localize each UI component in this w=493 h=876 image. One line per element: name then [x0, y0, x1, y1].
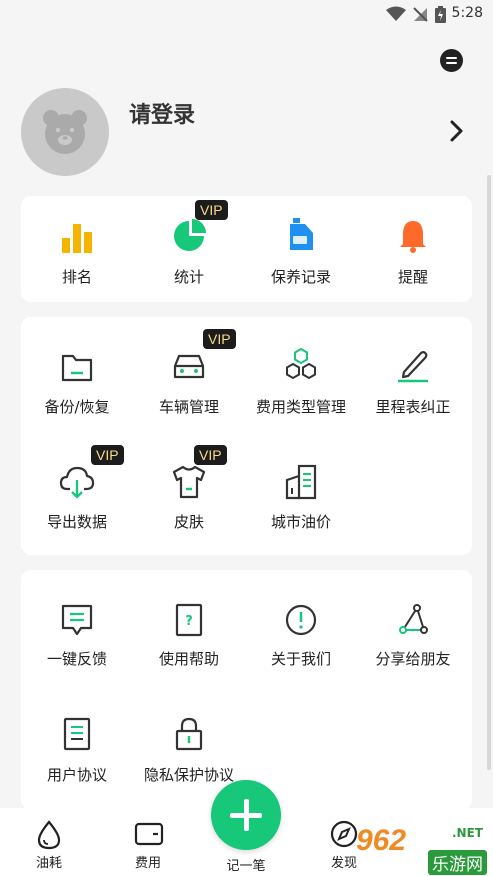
item-label: 隐私保护协议	[143, 766, 234, 784]
vip-badge: VIP	[203, 329, 236, 349]
watermark-brand: 962	[356, 824, 407, 857]
message-icon[interactable]	[440, 49, 463, 72]
svg-text:?: ?	[185, 614, 193, 629]
expense-type-management-item[interactable]: 费用类型管理	[245, 317, 357, 432]
item-label: 导出数据	[46, 513, 107, 531]
watermark-logo: 962 .NET 乐游网	[356, 822, 491, 875]
item-label: 用户协议	[46, 766, 107, 784]
item-label: 分享给朋友	[375, 650, 451, 668]
item-label: 使用帮助	[158, 650, 219, 668]
item-label: 提醒	[397, 268, 428, 286]
info-icon	[285, 604, 317, 636]
item-label: 车辆管理	[158, 398, 219, 416]
chevron-right-icon[interactable]	[449, 120, 465, 142]
item-label: 皮肤	[173, 513, 204, 531]
watermark-sub: 乐游网	[428, 850, 487, 875]
backup-restore-item[interactable]: 备份/恢复	[21, 317, 133, 432]
bear-avatar-icon	[43, 110, 87, 154]
quick-card: 排名 统计 VIP 保养记录 提醒	[21, 196, 472, 302]
oil-bottle-icon	[290, 218, 313, 250]
scrollbar[interactable]	[487, 175, 491, 770]
tab-fuel[interactable]: 油耗	[14, 808, 84, 876]
maintenance-record-item[interactable]: 保养记录	[245, 196, 357, 302]
help-icon: ?	[175, 603, 203, 637]
cloud-download-icon	[59, 466, 95, 499]
car-icon	[173, 354, 205, 379]
wallet-icon	[134, 822, 164, 846]
item-label: 关于我们	[270, 650, 331, 668]
status-bar: 5:28	[0, 0, 493, 28]
tab-label: 费用	[134, 856, 161, 871]
share-item[interactable]: 分享给朋友	[357, 570, 469, 690]
battery-icon	[435, 6, 446, 23]
tab-label: 油耗	[35, 856, 62, 871]
vip-badge: VIP	[195, 200, 228, 220]
add-record-label: 记一笔	[226, 859, 266, 874]
compass-icon	[330, 820, 358, 848]
item-label: 统计	[173, 268, 204, 286]
statistics-item[interactable]: 统计	[133, 196, 245, 302]
wifi-icon	[386, 6, 406, 21]
help-card: 一键反馈 ? 使用帮助 关于我们 分享给朋友 用户协议 隐私保护协议	[21, 570, 472, 810]
buildings-icon	[285, 464, 317, 500]
add-record-button[interactable]	[211, 780, 281, 850]
tab-expense[interactable]: 费用	[113, 808, 183, 876]
watermark-domain: .NET	[452, 826, 483, 840]
vip-badge: VIP	[194, 445, 227, 465]
item-label: 里程表纠正	[375, 398, 451, 416]
folder-icon	[61, 354, 93, 382]
vip-badge: VIP	[91, 445, 124, 465]
feedback-item[interactable]: 一键反馈	[21, 570, 133, 690]
item-label: 保养记录	[270, 268, 331, 286]
item-label: 一键反馈	[46, 650, 107, 668]
drop-icon	[37, 820, 61, 850]
share-icon	[399, 604, 428, 634]
document-icon	[63, 717, 91, 751]
item-label: 排名	[61, 268, 92, 286]
status-time: 5:28	[451, 5, 483, 21]
about-us-item[interactable]: 关于我们	[245, 570, 357, 690]
ranking-item[interactable]: 排名	[21, 196, 133, 302]
city-fuel-price-item[interactable]: 城市油价	[245, 432, 357, 555]
pencil-icon	[398, 351, 428, 383]
pie-chart-icon	[174, 219, 206, 251]
skin-item[interactable]: 皮肤	[133, 432, 245, 555]
avatar[interactable]	[21, 88, 109, 176]
tshirt-icon	[172, 465, 206, 499]
odometer-correction-item[interactable]: 里程表纠正	[357, 317, 469, 432]
no-signal-icon	[413, 7, 428, 22]
lock-icon	[175, 717, 203, 751]
hexagons-icon	[286, 347, 316, 380]
login-prompt[interactable]: 请登录	[129, 97, 195, 129]
bell-icon	[400, 221, 426, 253]
item-label: 备份/恢复	[44, 398, 110, 416]
item-label: 费用类型管理	[255, 398, 346, 416]
user-agreement-item[interactable]: 用户协议	[21, 690, 133, 810]
feedback-icon	[61, 604, 93, 636]
item-label: 城市油价	[270, 513, 331, 531]
reminder-item[interactable]: 提醒	[357, 196, 469, 302]
help-item[interactable]: ? 使用帮助	[133, 570, 245, 690]
tools-card: 备份/恢复 车辆管理 VIP 费用类型管理 里程表纠正 导出数据 VIP 皮肤 …	[21, 317, 472, 555]
bar-chart-icon	[62, 224, 92, 253]
